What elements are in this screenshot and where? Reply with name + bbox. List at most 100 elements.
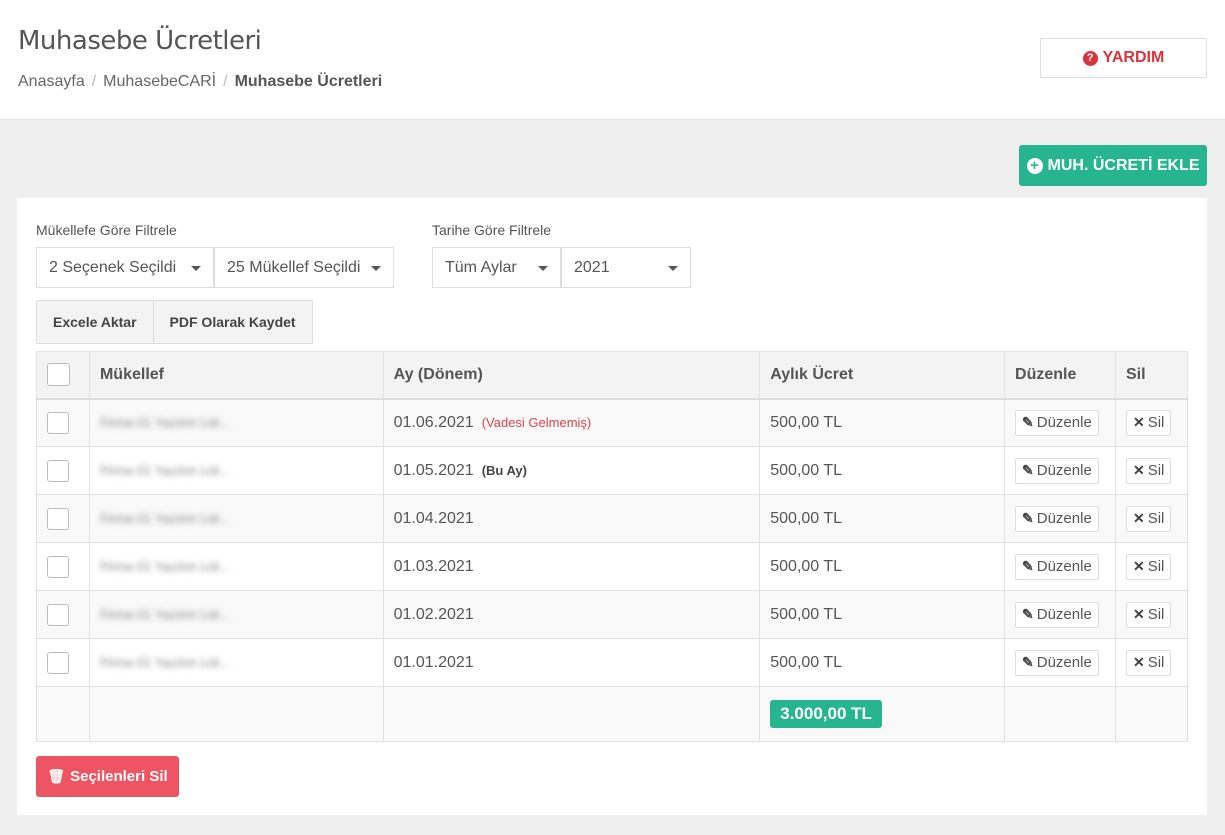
caret-down-icon [668,266,678,271]
row-checkbox[interactable] [47,555,69,578]
edit-button-label: Düzenle [1036,510,1092,527]
delete-button[interactable]: ✕ Sil [1125,649,1172,676]
row-checkbox[interactable] [47,411,69,434]
row-checkbox[interactable] [47,507,69,530]
edit-button-label: Düzenle [1036,462,1092,479]
taxpayer-cell: Firma 01 Yazılım Ltd... [88,494,384,543]
edit-button[interactable]: ✎ Düzenle [1015,649,1099,676]
edit-button[interactable]: ✎ Düzenle [1015,505,1099,532]
delete-cell: ✕ Sil [1114,638,1189,687]
month-select[interactable]: Tüm Aylar [432,247,561,288]
edit-icon: ✎ [1022,414,1034,431]
edit-button-label: Düzenle [1036,414,1092,432]
row-checkbox[interactable] [47,651,69,674]
table-row: Firma 01 Yazılım Ltd... 01.03.2021 500,0… [36,542,1189,591]
year-select[interactable]: 2021 [561,247,691,288]
taxpayer-name: Firma 01 Yazılım Ltd... [99,414,230,430]
month-select-value: Tüm Aylar [445,258,517,276]
close-icon: ✕ [1132,462,1145,478]
row-select-cell [36,638,90,687]
help-button[interactable]: ? YARDIM [1040,38,1207,78]
delete-button-label: Sil [1147,606,1165,623]
edit-icon: ✎ [1022,606,1034,622]
col-header-period[interactable]: Ay (Dönem) [382,351,761,400]
row-checkbox[interactable] [47,459,69,482]
close-icon: ✕ [1132,414,1145,431]
fees-table: Mükellef Ay (Dönem) Aylık Ücret Düzenle … [36,351,1189,742]
delete-button[interactable]: ✕ Sil [1125,601,1172,628]
select-all-cell [36,351,90,400]
taxpayer-cell: Firma 01 Yazılım Ltd... [88,590,384,639]
delete-button[interactable]: ✕ Sil [1125,505,1172,532]
breadcrumb-current: Muhasebe Ücretleri [234,73,383,90]
period-cell: 01.04.2021 [382,494,761,543]
export-pdf-button[interactable]: PDF Olarak Kaydet [152,301,312,343]
total-empty-cell [1004,686,1116,742]
plus-circle-icon: + [1026,157,1043,174]
breadcrumb-muhasebecari[interactable]: MuhasebeCARİ [103,73,216,90]
edit-button[interactable]: ✎ Düzenle [1015,409,1099,436]
edit-cell: ✎ Düzenle [1004,542,1116,591]
table-row: Firma 01 Yazılım Ltd... 01.04.2021 500,0… [36,494,1189,543]
col-header-edit: Düzenle [1004,351,1116,400]
period-note: (Bu Ay) [481,462,527,478]
delete-button[interactable]: ✕ Sil [1125,457,1172,484]
delete-cell: ✕ Sil [1114,590,1189,639]
edit-cell: ✎ Düzenle [1004,446,1116,495]
taxpayer-name: Firma 01 Yazılım Ltd... [99,654,230,670]
delete-button[interactable]: ✕ Sil [1125,553,1172,580]
close-icon: ✕ [1132,558,1145,574]
taxpayer-cell: Firma 01 Yazılım Ltd... [88,398,384,447]
select-all-checkbox[interactable] [47,363,70,387]
taxpayer-name: Firma 01 Yazılım Ltd... [99,510,230,526]
col-header-taxpayer[interactable]: Mükellef [88,351,384,400]
delete-button-label: Sil [1147,558,1165,575]
total-empty-cell [88,686,384,742]
edit-icon: ✎ [1022,654,1034,670]
add-fee-button[interactable]: + MUH. ÜCRETİ EKLE [1019,145,1207,186]
taxpayer-filter-label: Mükellefe Göre Filtrele [36,222,177,238]
period-value: 01.05.2021 [393,461,474,479]
row-checkbox[interactable] [47,603,69,626]
fee-cell: 500,00 TL [759,590,1006,639]
period-value: 01.06.2021 [393,413,474,431]
col-header-fee[interactable]: Aylık Ücret [759,351,1006,400]
page-header: Muhasebe Ücretleri Anasayfa / MuhasebeCARİ… [0,0,1225,120]
page-title: Muhasebe Ücretleri [18,26,262,56]
caret-down-icon [191,266,201,271]
period-cell: 01.06.2021 (Vadesi Gelmemiş) [382,398,761,447]
edit-button[interactable]: ✎ Düzenle [1015,553,1099,580]
delete-button[interactable]: ✕ Sil [1125,409,1172,436]
breadcrumb-separator: / [91,73,97,90]
edit-button-label: Düzenle [1036,558,1092,575]
table-total-row: 3.000,00 TL [36,686,1189,742]
delete-button-label: Sil [1147,654,1165,671]
period-note: (Vadesi Gelmemiş) [481,414,592,430]
total-empty-cell [382,686,761,742]
period-cell: 01.02.2021 [382,590,761,639]
export-excel-button[interactable]: Excele Aktar [37,301,153,343]
breadcrumb-home[interactable]: Anasayfa [18,73,85,90]
delete-selected-button[interactable]: 🗑 Seçilenleri Sil [36,756,179,797]
edit-icon: ✎ [1022,558,1034,574]
fee-cell: 500,00 TL [759,542,1006,591]
edit-button[interactable]: ✎ Düzenle [1015,457,1099,484]
edit-button-label: Düzenle [1036,606,1092,623]
total-badge: 3.000,00 TL [770,700,882,728]
edit-button[interactable]: ✎ Düzenle [1015,601,1099,628]
close-icon: ✕ [1132,606,1145,622]
taxpayer-name: Firma 01 Yazılım Ltd... [99,558,230,574]
taxpayer-select-value: 25 Mükellef Seçildi [227,258,361,276]
fee-cell: 500,00 TL [759,446,1006,495]
period-cell: 01.01.2021 [382,638,761,687]
delete-selected-label: Seçilenleri Sil [70,768,168,785]
delete-button-label: Sil [1147,462,1165,479]
taxpayer-option-select[interactable]: 2 Seçenek Seçildi [36,247,214,288]
taxpayer-select[interactable]: 25 Mükellef Seçildi [214,247,394,288]
col-header-delete: Sil [1114,351,1189,400]
period-cell: 01.05.2021 (Bu Ay) [382,446,761,495]
row-select-cell [36,590,90,639]
breadcrumb-separator: / [223,73,228,90]
edit-button-label: Düzenle [1036,654,1092,671]
taxpayer-cell: Firma 01 Yazılım Ltd... [88,542,384,591]
